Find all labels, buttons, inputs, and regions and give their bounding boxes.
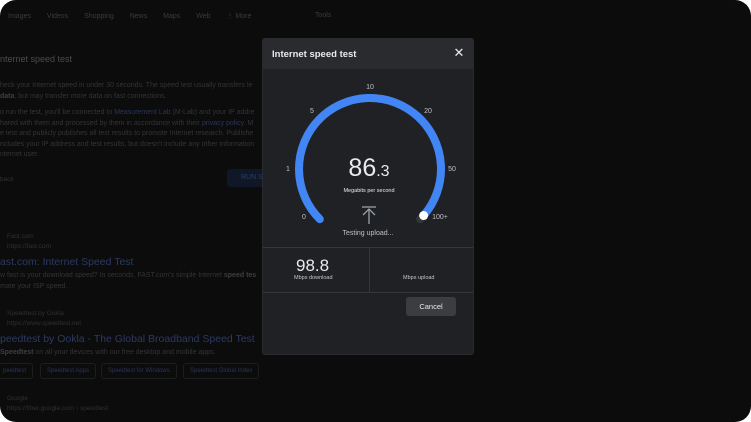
gauge-tick-label: 50 <box>448 166 456 173</box>
download-speed-label: Mbps download <box>294 275 333 281</box>
result-site-name: Fast.com <box>7 233 34 240</box>
dialog-title: Internet speed test <box>272 49 357 60</box>
divider <box>263 247 473 248</box>
sitelink-chip[interactable]: Speedtest for Windows <box>101 363 177 379</box>
gauge-tick-label: 5 <box>310 108 314 115</box>
sitelink-chip[interactable]: peedtest <box>0 363 34 379</box>
nav-tab-videos[interactable]: Videos <box>47 13 68 20</box>
feedback-link[interactable]: back <box>0 176 14 183</box>
result-url[interactable]: https://fiber.google.com › speedtest <box>7 405 108 412</box>
speedtest-privacy-text: o run the test, you'll be connected to M… <box>0 109 255 158</box>
test-status-text: Testing upload... <box>343 230 394 237</box>
result-url[interactable]: https://www.speedtest.net <box>7 320 81 327</box>
upload-speed-label: Mbps upload <box>403 275 435 281</box>
tools-button[interactable]: Tools <box>315 12 331 19</box>
nav-tab-news[interactable]: News <box>130 13 148 20</box>
screen: Images Videos Shopping News Maps Web ⋮ M… <box>0 0 751 422</box>
mlab-link[interactable]: Measurement Lab <box>114 109 170 116</box>
dialog-header: Internet speed test ✕ <box>263 39 473 69</box>
result-url[interactable]: https://fast.com <box>7 243 51 250</box>
run-speed-test-button[interactable]: RUN S <box>227 169 267 187</box>
download-speed-value: 98.8 <box>296 256 330 275</box>
speedtest-heading: nternet speed test <box>0 54 73 64</box>
speed-gauge: 0 1 5 10 20 50 100+ 86.3 Megabits per se… <box>286 84 456 237</box>
nav-tab-maps[interactable]: Maps <box>163 13 180 20</box>
gauge-tick-label: 20 <box>424 108 432 115</box>
sitelink-chip[interactable]: Speedtest Apps <box>40 363 97 379</box>
cancel-button[interactable]: Cancel <box>406 297 456 316</box>
search-nav-bar: Images Videos Shopping News Maps Web ⋮ M… <box>8 12 265 20</box>
privacy-policy-link[interactable]: privacy policy <box>202 120 244 127</box>
gauge-tick-label: 10 <box>366 84 374 91</box>
result-site-name: Speedtest by Ookla <box>7 310 64 317</box>
speed-value: 86.3 <box>348 154 389 182</box>
result-snippet: Speedtest on all your devices with our f… <box>0 349 216 356</box>
result-title-link[interactable]: ast.com: Internet Speed Test <box>0 256 133 268</box>
close-icon[interactable]: ✕ <box>451 45 467 61</box>
nav-tab-shopping[interactable]: Shopping <box>84 13 114 20</box>
divider <box>263 292 473 293</box>
nav-tab-web[interactable]: Web <box>196 13 210 20</box>
speed-unit-label: Megabits per second <box>343 188 394 194</box>
result-snippet: w fast is your download speed? In second… <box>0 272 257 290</box>
sitelink-chip[interactable]: Speedtest Global Index <box>183 363 260 379</box>
result-title-link[interactable]: peedtest by Ookla - The Global Broadband… <box>0 333 255 345</box>
speedtest-description: heck your Internet speed in under 30 sec… <box>0 82 253 100</box>
gauge-tick-label: 100+ <box>432 214 448 221</box>
gauge-tick-label: 1 <box>286 166 290 173</box>
nav-more-button[interactable]: ⋮ More <box>226 13 251 20</box>
result-site-name: Google <box>7 395 28 402</box>
speed-test-dialog: Internet speed test ✕ 0 1 5 10 20 50 100… <box>263 39 473 354</box>
upload-arrow-icon <box>362 206 376 224</box>
nav-tab-images[interactable]: Images <box>8 13 31 20</box>
gauge-needle-knob <box>419 211 429 221</box>
divider <box>369 247 370 293</box>
gauge-tick-label: 0 <box>302 214 306 221</box>
